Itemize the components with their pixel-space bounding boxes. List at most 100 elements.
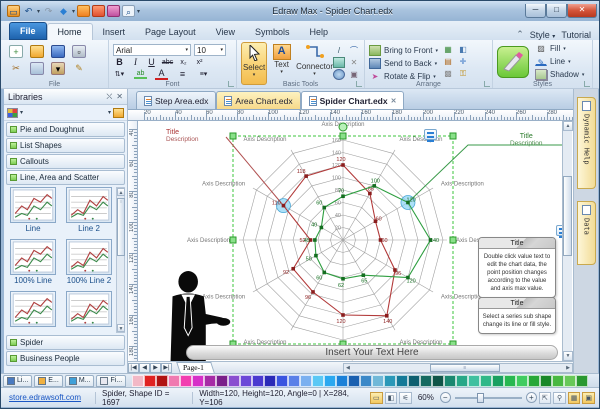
palette-swatch[interactable] xyxy=(540,375,552,387)
palette-swatch[interactable] xyxy=(372,375,384,387)
palette-swatch[interactable] xyxy=(444,375,456,387)
page-view-icon[interactable]: ◧ xyxy=(385,392,398,404)
data-label[interactable]: 100 xyxy=(371,179,380,185)
palette-swatch[interactable] xyxy=(528,375,540,387)
zoom-in-icon[interactable]: + xyxy=(526,392,537,403)
data-label[interactable]: 120 xyxy=(407,279,416,285)
data-label[interactable]: 140 xyxy=(383,319,392,325)
palette-swatch[interactable] xyxy=(132,375,144,387)
doc-tab-2[interactable]: Area Chart.edx xyxy=(216,91,300,109)
crop-icon[interactable]: ▣ xyxy=(348,69,360,80)
vertical-scroll-thumb[interactable] xyxy=(563,176,572,256)
data-point[interactable] xyxy=(311,290,315,294)
font-family-select[interactable]: Arial ▾ xyxy=(113,44,191,56)
palette-swatch[interactable] xyxy=(576,375,588,387)
left-callout[interactable]: Title Description xyxy=(166,129,199,143)
library-open-icon[interactable] xyxy=(113,108,124,118)
shape-thumbnail[interactable] xyxy=(64,291,114,327)
data-point[interactable] xyxy=(320,226,324,230)
save-icon[interactable] xyxy=(51,45,65,58)
palette-swatch[interactable] xyxy=(396,375,408,387)
palette-swatch[interactable] xyxy=(408,375,420,387)
menu-tab-help[interactable]: Help xyxy=(299,24,338,40)
palette-swatch[interactable] xyxy=(240,375,252,387)
italic-button[interactable]: I xyxy=(129,57,142,67)
selection-handle[interactable] xyxy=(230,237,236,243)
palette-swatch[interactable] xyxy=(324,375,336,387)
undo-dropdown-icon[interactable]: ▾ xyxy=(37,8,40,15)
palette-swatch[interactable] xyxy=(480,375,492,387)
dynamic-help-tab[interactable]: Dynamic Help xyxy=(577,97,596,189)
data-label[interactable]: 120 xyxy=(336,319,345,325)
panel-tab-1[interactable]: Li... xyxy=(3,375,32,387)
grid-icon[interactable]: ▦ xyxy=(568,392,581,404)
palette-swatch[interactable] xyxy=(300,375,312,387)
styles-dialog-launcher[interactable] xyxy=(584,81,590,87)
data-label[interactable]: 120 xyxy=(407,198,416,204)
zoom-slider-thumb[interactable] xyxy=(477,393,484,403)
data-label[interactable]: 60 xyxy=(376,216,382,222)
shadow-button[interactable]: Shadow▾ xyxy=(535,68,584,81)
ellipse-shape-icon[interactable] xyxy=(333,69,345,80)
library-group-pie-and-doughnut[interactable]: Pie and Doughnut xyxy=(6,122,125,137)
underline-button[interactable]: U xyxy=(145,57,158,67)
panel-close-icon[interactable]: ✕ xyxy=(116,92,123,101)
shape-thumbnail[interactable]: Line xyxy=(8,187,58,233)
shape-thumbnail[interactable]: Line 2 xyxy=(64,187,114,233)
palette-swatch[interactable] xyxy=(144,375,156,387)
rect-shape-icon[interactable] xyxy=(333,57,345,68)
zoom-slider[interactable] xyxy=(455,397,522,399)
data-point[interactable] xyxy=(362,273,366,277)
library-group-business-people[interactable]: Business People xyxy=(6,351,125,366)
preview-icon[interactable]: ⌕ xyxy=(122,5,135,17)
close-tab-icon[interactable]: ✕ xyxy=(391,97,397,105)
magnifier-icon[interactable]: ⚲ xyxy=(553,392,566,404)
help-note-2[interactable]: Title Select a series sub shape change i… xyxy=(478,297,556,334)
columns-icon[interactable]: ◧ xyxy=(457,44,469,55)
data-label[interactable]: 40 xyxy=(311,223,317,229)
doc-tab-3[interactable]: Spider Chart.edx✕ xyxy=(301,91,405,109)
line-shape-icon[interactable]: / xyxy=(333,45,345,56)
data-label[interactable]: 60 xyxy=(316,276,322,282)
scroll-down-icon[interactable]: ▼ xyxy=(563,351,573,361)
data-label[interactable]: 110 xyxy=(272,201,281,207)
cut-icon[interactable]: ✂ xyxy=(9,62,23,75)
menu-tab-file[interactable]: File xyxy=(9,22,47,40)
lock-icon[interactable]: ⚿ xyxy=(457,68,469,79)
format-painter-icon[interactable]: ✎ xyxy=(72,62,86,75)
scroll-left-icon[interactable]: ◀ xyxy=(346,365,350,371)
connector-tool-button[interactable]: Connector▾ xyxy=(296,42,333,85)
maximize-button[interactable]: □ xyxy=(546,4,567,18)
pan-icon[interactable]: ▣ xyxy=(582,392,595,404)
selection-handle[interactable] xyxy=(230,133,236,139)
rotation-handle[interactable] xyxy=(339,123,347,131)
palette-swatch[interactable] xyxy=(516,375,528,387)
panel-tab-4[interactable]: Fi... xyxy=(96,375,126,387)
presentation-view-icon[interactable]: ⚟ xyxy=(399,392,412,404)
library-scrollbar[interactable]: ▲ ≡ ▼ xyxy=(116,187,125,333)
navigate-dropdown-icon[interactable]: ▾ xyxy=(72,8,75,15)
shape-thumbnail[interactable] xyxy=(8,291,58,327)
tool3-icon[interactable] xyxy=(107,5,120,17)
palette-swatch[interactable] xyxy=(552,375,564,387)
data-label[interactable]: 60 xyxy=(381,238,387,244)
palette-swatch[interactable] xyxy=(264,375,276,387)
paste-icon[interactable]: ▾ xyxy=(51,62,65,75)
palette-swatch[interactable] xyxy=(336,375,348,387)
data-label[interactable]: 45 xyxy=(304,238,310,244)
horizontal-ruler[interactable]: 20406080100120140160180200220240260280 xyxy=(128,110,573,121)
redo-icon[interactable]: ↷ xyxy=(42,5,55,17)
pin-icon[interactable]: ⛌ xyxy=(106,92,112,102)
data-point[interactable] xyxy=(322,271,326,275)
palette-swatch[interactable] xyxy=(228,375,240,387)
doc-tab-1[interactable]: Step Area.edx xyxy=(136,91,216,109)
subscript-button[interactable]: x₂ xyxy=(177,59,190,66)
tool1-icon[interactable] xyxy=(77,5,90,17)
menu-tab-home[interactable]: Home xyxy=(47,23,93,40)
strikethrough-button[interactable]: abc xyxy=(161,59,174,66)
pencil-shape-icon[interactable]: ✕ xyxy=(348,57,360,68)
library-color-dropdown-icon[interactable]: ▾ xyxy=(20,109,23,116)
palette-swatch[interactable] xyxy=(360,375,372,387)
bold-button[interactable]: B xyxy=(113,57,126,67)
palette-swatch[interactable] xyxy=(252,375,264,387)
